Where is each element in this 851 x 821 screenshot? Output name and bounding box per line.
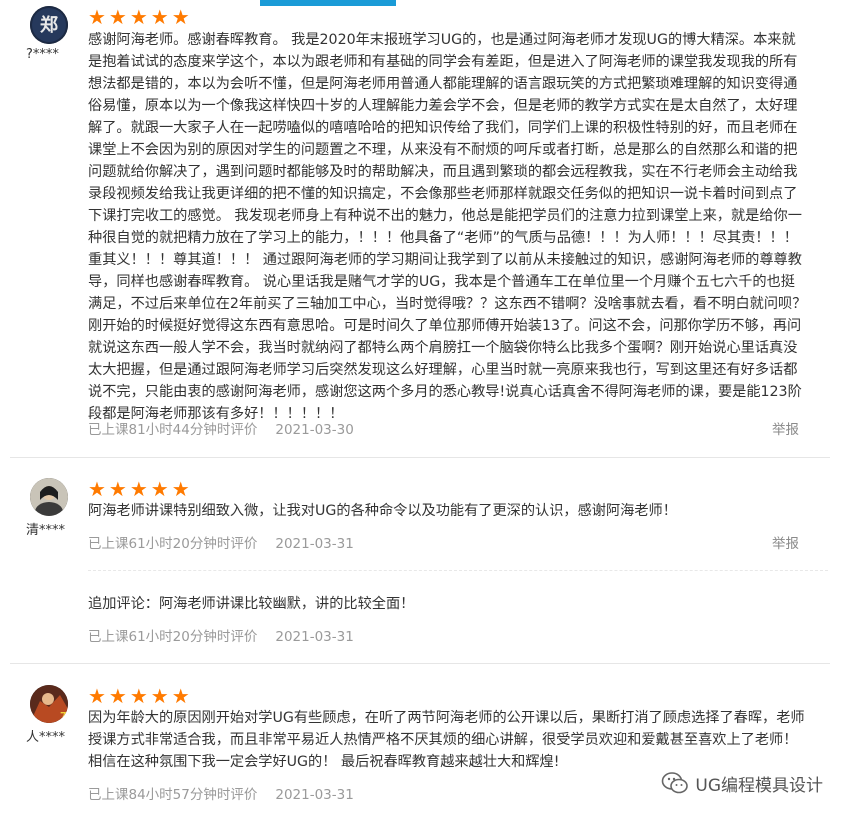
active-tab-indicator — [260, 0, 396, 6]
star-rating: ★★★★★ — [88, 477, 193, 501]
followup-meta: 已上课61小时20分钟时评价 2021-03-31 — [88, 625, 354, 645]
svg-text:70: 70 — [60, 711, 68, 722]
username: 清**** — [26, 523, 66, 538]
watermark-text: UG编程模具设计 — [695, 775, 823, 796]
divider — [10, 663, 830, 664]
star-rating: ★★★★★ — [88, 5, 193, 29]
followup-text: 追加评论：阿海老师讲课比较幽默，讲的比较全面！ — [88, 596, 415, 612]
report-button[interactable]: 举报 — [772, 532, 799, 552]
review-date: 2021-03-30 — [275, 422, 354, 438]
review-meta: 已上课61小时20分钟时评价 2021-03-31 — [88, 532, 354, 552]
username: ?**** — [26, 47, 59, 62]
review-date: 2021-03-31 — [275, 787, 354, 803]
review-date: 2021-03-31 — [275, 536, 354, 552]
star-rating: ★★★★★ — [88, 684, 193, 708]
report-button[interactable]: 举报 — [772, 418, 799, 438]
avatar[interactable]: 70 — [30, 685, 68, 723]
followup-divider — [88, 570, 828, 572]
wechat-icon — [662, 772, 689, 794]
review-meta: 已上课84小时57分钟时评价 2021-03-31 — [88, 783, 354, 803]
review-text: 感谢阿海老师。感谢春晖教育。 我是2020年末报班学习UG的，也是通过阿海老师才… — [88, 32, 807, 422]
avatar[interactable] — [30, 478, 68, 516]
study-time: 已上课81小时44分钟时评价 — [88, 422, 258, 438]
review-text: 因为年龄大的原因刚开始对学UG有些顾虑，在听了两节阿海老师的公开课以后，果断打消… — [88, 710, 805, 770]
review-meta: 已上课81小时44分钟时评价 2021-03-30 — [88, 418, 354, 438]
study-time: 已上课61小时20分钟时评价 — [88, 629, 258, 645]
divider — [10, 457, 830, 458]
svg-text:郑: 郑 — [40, 14, 58, 36]
review-text: 阿海老师讲课特别细致入微，让我对UG的各种命令以及功能有了更深的认识，感谢阿海老… — [88, 503, 677, 519]
username: 人**** — [26, 730, 66, 745]
study-time: 已上课84小时57分钟时评价 — [88, 787, 258, 803]
review-date: 2021-03-31 — [275, 629, 354, 645]
avatar[interactable]: 郑 — [30, 6, 68, 44]
watermark: UG编程模具设计 — [661, 770, 823, 796]
study-time: 已上课61小时20分钟时评价 — [88, 536, 258, 552]
